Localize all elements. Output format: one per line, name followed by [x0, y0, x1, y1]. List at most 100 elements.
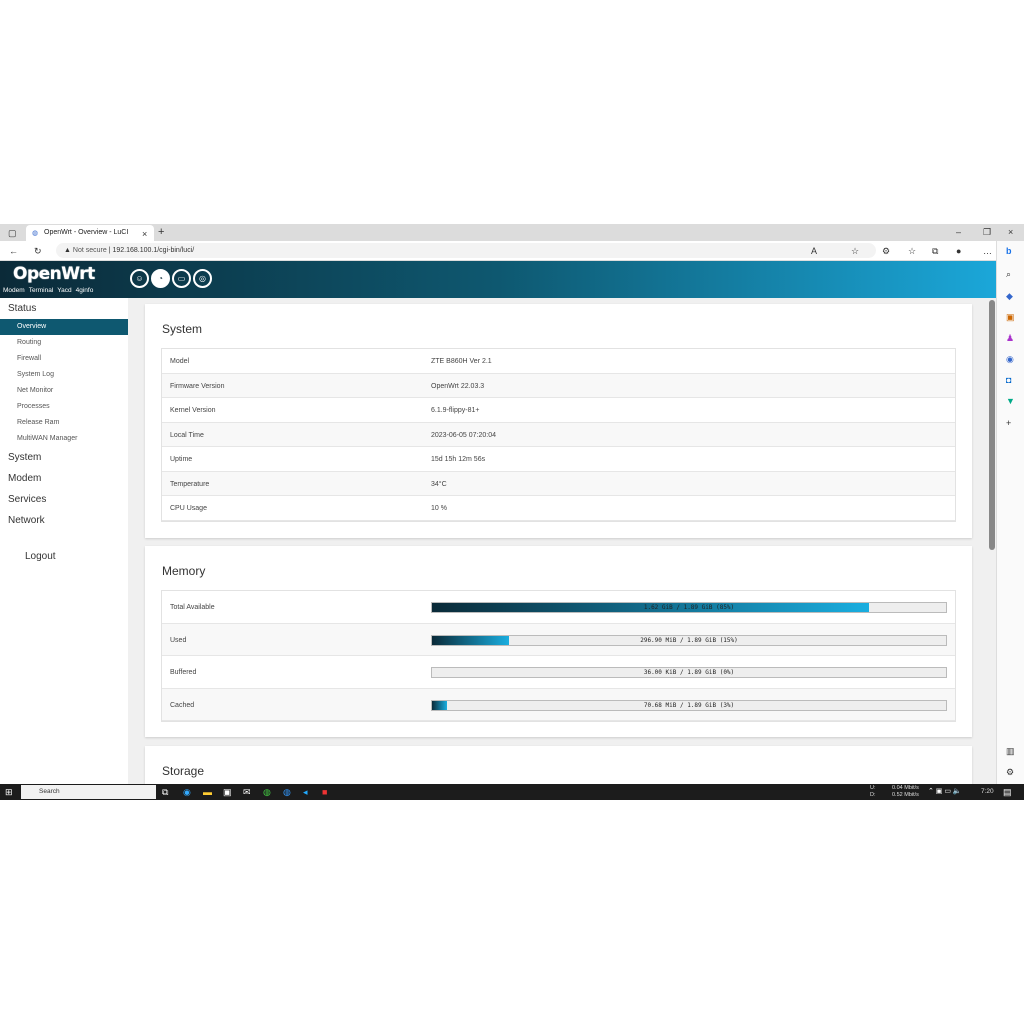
memory-row: Buffered 36.00 KiB / 1.89 GiB (0%) [162, 656, 955, 689]
row-label: Local Time [170, 431, 204, 439]
url-input[interactable]: ▲ Not secure | 192.168.100.1/cgi-bin/luc… [56, 243, 876, 258]
link-4ginfo[interactable]: 4ginfo [76, 287, 94, 294]
store-icon[interactable]: ▣ [223, 787, 232, 797]
edge-taskbar-icon[interactable]: ◉ [183, 787, 191, 797]
collections-icon[interactable]: ⧉ [932, 246, 938, 256]
sidebar-item-routing[interactable]: Routing [0, 335, 128, 351]
system-row: CPU Usage 10 % [162, 496, 955, 521]
row-label: Total Available [170, 604, 215, 611]
vscode-icon[interactable]: ◂ [303, 787, 308, 797]
restore-icon[interactable]: ❐ [983, 227, 991, 237]
system-row: Temperature 34°C [162, 471, 955, 496]
sidebar-item-multiwan[interactable]: MultiWAN Manager [0, 431, 128, 447]
memory-progress-bar: 296.90 MiB / 1.89 GiB (15%) [431, 634, 947, 646]
read-aloud-icon[interactable]: A [811, 246, 817, 256]
progress-text: 296.90 MiB / 1.89 GiB (15%) [640, 636, 738, 644]
outlook-icon[interactable]: ◘ [1006, 375, 1011, 385]
row-label: Temperature [170, 480, 210, 488]
drop-icon[interactable]: ▼ [1006, 396, 1015, 406]
main-content: System Model ZTE B860H Ver 2.1 Firmware Ve… [128, 298, 988, 784]
storage-title: Storage [162, 764, 205, 778]
notifications-icon[interactable]: ▤ [1003, 787, 1012, 797]
windows-start-icon[interactable]: ⊞ [5, 787, 13, 797]
row-value: 15d 15h 12m 56s [431, 456, 486, 463]
row-value: ZTE B860H Ver 2.1 [431, 358, 492, 365]
row-label: Cached [170, 701, 195, 709]
system-table: Model ZTE B860H Ver 2.1 Firmware Version Op… [161, 348, 956, 522]
chrome-icon[interactable]: ◍ [263, 787, 271, 797]
explorer-icon[interactable]: ▬ [203, 787, 212, 797]
sidebar-services[interactable]: Services [0, 489, 128, 510]
new-tab-icon[interactable]: + [158, 227, 164, 238]
link-modem[interactable]: Modem [3, 287, 25, 294]
sidebar-network[interactable]: Network [0, 510, 128, 531]
edge-sidebar: b ⌕ ◆ ▣ ♟ ◉ ◘ ▼ + ▥ ⚙ [996, 241, 1024, 784]
sidebar-toggle-icon[interactable]: ▥ [1006, 746, 1015, 756]
row-value: 2023-06-05 07:20:04 [431, 431, 496, 439]
memory-row: Total Available 1.62 GiB / 1.89 GiB (85%) [162, 591, 955, 624]
row-label: Firmware Version [170, 382, 225, 390]
minimize-icon[interactable]: – [956, 227, 961, 237]
link-terminal[interactable]: Terminal [29, 287, 54, 294]
games-icon[interactable]: ♟ [1006, 333, 1014, 343]
clock[interactable]: 7:20 [981, 788, 994, 795]
favorites-icon[interactable]: ☆ [908, 246, 916, 256]
office-icon[interactable]: ◉ [1006, 354, 1014, 364]
progress-text: 70.68 MiB / 1.89 GiB (3%) [643, 701, 735, 709]
sidebar-item-net-monitor[interactable]: Net Monitor [0, 383, 128, 399]
profile-icon[interactable]: ● [956, 246, 961, 256]
row-value: 10 % [431, 505, 447, 512]
cat-icon[interactable]: ☺ [130, 269, 149, 288]
scrollbar[interactable] [988, 298, 996, 784]
sidebar-item-overview[interactable]: Overview [0, 319, 128, 335]
sidebar-system[interactable]: System [0, 447, 128, 468]
memory-card: Memory Total Available 1.62 GiB / 1.89 Gi… [145, 546, 972, 737]
taskbar-search[interactable]: Search [21, 785, 156, 799]
tray-icons[interactable]: ⌃ ▣ ▭ 🔈 [928, 787, 962, 797]
settings-gear-icon[interactable]: ⚙ [1006, 767, 1014, 777]
add-icon[interactable]: + [1006, 418, 1011, 428]
search-label: Search [39, 788, 60, 795]
tools-icon[interactable]: ▣ [1006, 312, 1015, 322]
sidebar-modem[interactable]: Modem [0, 468, 128, 489]
scrollbar-thumb[interactable] [989, 300, 995, 550]
tab-actions-icon[interactable]: ▢ [8, 228, 17, 238]
sidebar: Status Overview Routing Firewall System … [0, 298, 128, 784]
shopping-icon[interactable]: ◆ [1006, 291, 1013, 301]
bing-icon[interactable]: b [1006, 246, 1012, 256]
mail-icon[interactable]: ✉ [243, 787, 251, 797]
refresh-icon[interactable]: ↻ [34, 246, 42, 256]
sidebar-item-firewall[interactable]: Firewall [0, 351, 128, 367]
close-tab-icon[interactable]: × [142, 229, 147, 239]
tab-title: OpenWrt - Overview - LuCI [44, 229, 129, 236]
task-view-icon[interactable]: ⧉ [162, 787, 168, 797]
memory-row: Used 296.90 MiB / 1.89 GiB (15%) [162, 623, 955, 656]
sidebar-item-processes[interactable]: Processes [0, 399, 128, 415]
favicon-icon: ◍ [32, 230, 39, 237]
system-title: System [162, 322, 203, 336]
warning-icon: ▲ [64, 247, 71, 254]
extensions-icon[interactable]: ⚙ [882, 246, 890, 256]
back-icon[interactable]: ← [9, 246, 18, 256]
settings-icon[interactable]: ◎ [193, 269, 212, 288]
close-window-icon[interactable]: × [1008, 227, 1013, 237]
link-yacd[interactable]: Yacd [57, 287, 71, 294]
app-icon[interactable]: ◍ [283, 787, 291, 797]
row-label: Model [170, 358, 190, 365]
favorite-icon[interactable]: ☆ [851, 246, 859, 256]
address-bar-row: ← ↻ ▲ Not secure | 192.168.100.1/cgi-bin… [0, 241, 1024, 261]
app-red-icon[interactable]: ■ [322, 787, 327, 797]
tab-openwrt-overview[interactable]: ◍ OpenWrt - Overview - LuCI × [26, 225, 154, 241]
sidebar-status[interactable]: Status [0, 298, 128, 319]
sidebar-item-system-log[interactable]: System Log [0, 367, 128, 383]
taskbar: ⊞ Search ⧉ ◉ ▬ ▣ ✉ ◍ ◍ ◂ ■ U: D: 0.04 Mbi… [0, 784, 1024, 800]
security-label[interactable]: Not secure [73, 247, 107, 254]
openwrt-logo[interactable]: OpenWrt [13, 264, 95, 284]
more-icon[interactable]: … [983, 246, 992, 256]
system-card: System Model ZTE B860H Ver 2.1 Firmware Ve… [145, 304, 972, 538]
logout-link[interactable]: Logout [0, 531, 128, 582]
folder-icon[interactable]: ▭ [172, 269, 191, 288]
cpu-gauge-icon[interactable]: ◔ [151, 269, 170, 288]
search-icon[interactable]: ⌕ [1006, 269, 1011, 279]
sidebar-item-release-ram[interactable]: Release Ram [0, 415, 128, 431]
